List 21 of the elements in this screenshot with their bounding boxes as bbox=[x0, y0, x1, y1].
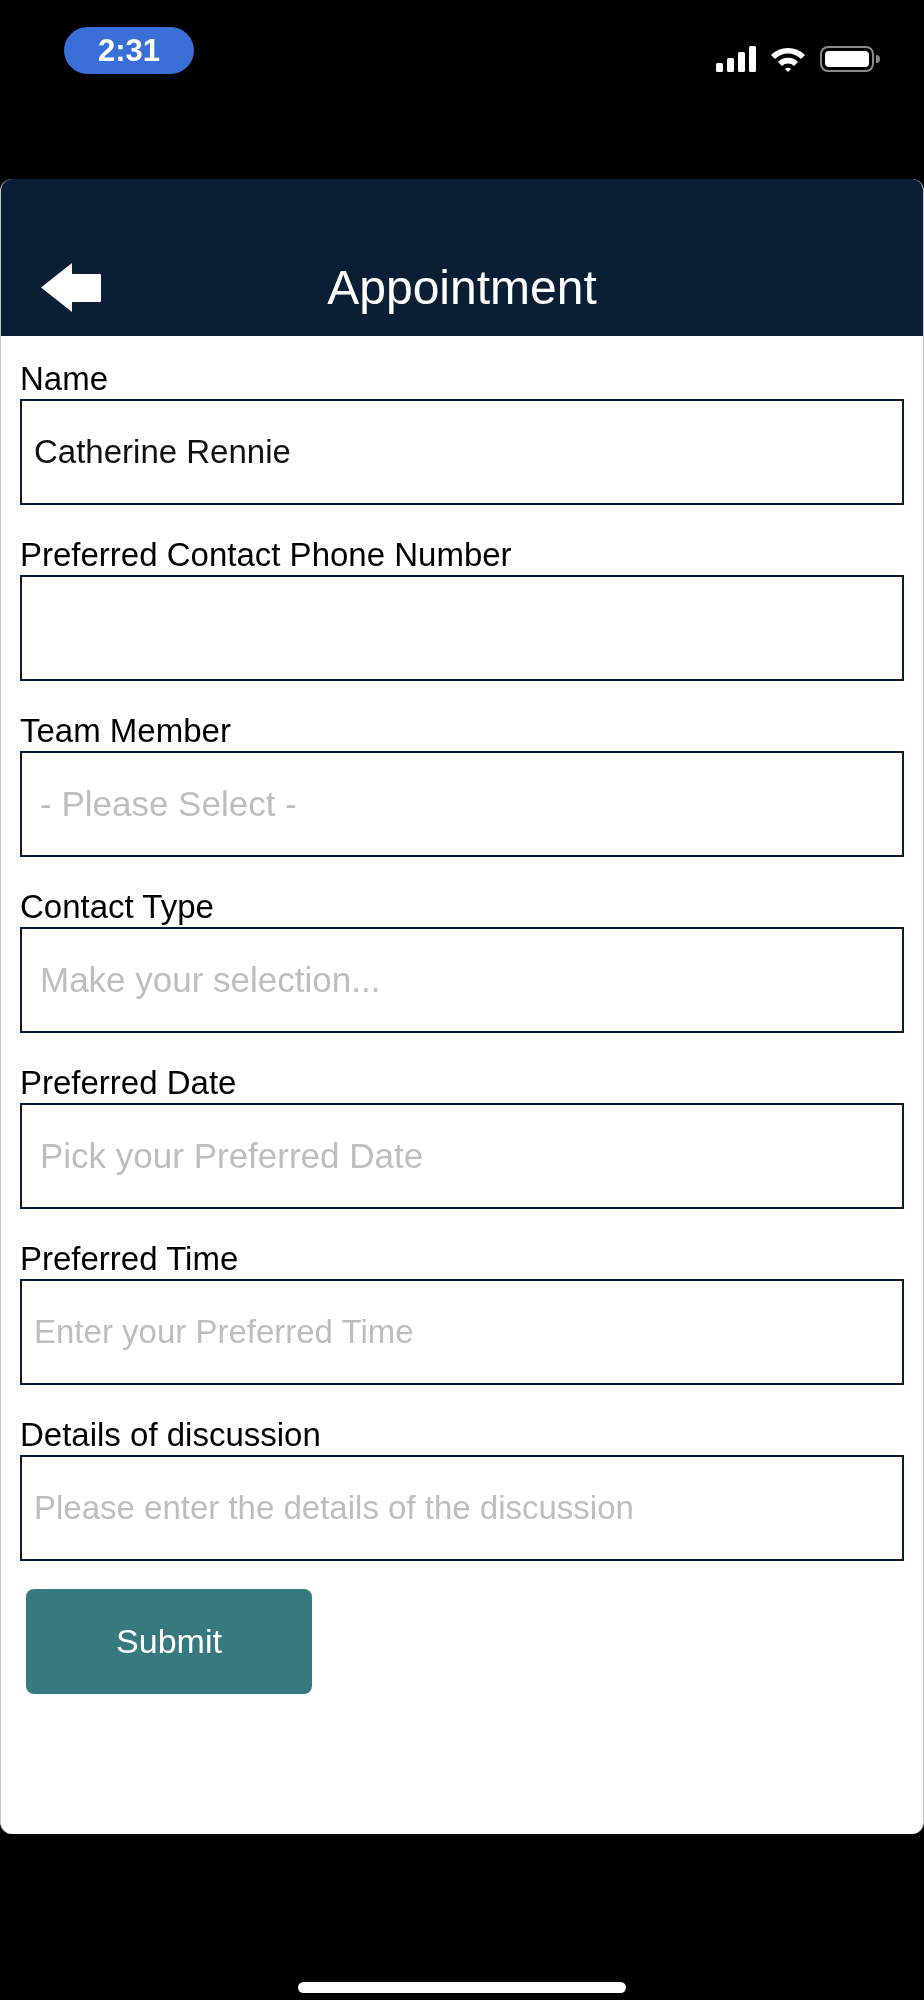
back-arrow-icon[interactable] bbox=[41, 263, 101, 312]
submit-button[interactable]: Submit bbox=[26, 1589, 312, 1694]
picker-field[interactable]: Pick your Preferred Date bbox=[20, 1103, 904, 1209]
field-label: Team Member bbox=[20, 712, 231, 750]
field-label: Contact Type bbox=[20, 888, 214, 926]
wifi-icon bbox=[769, 46, 807, 72]
input-field[interactable]: Please enter the details of the discussion bbox=[20, 1455, 904, 1561]
input-field[interactable]: Enter your Preferred Time bbox=[20, 1279, 904, 1385]
signal-icon bbox=[716, 46, 756, 72]
field-label: Details of discussion bbox=[20, 1416, 321, 1454]
picker-field[interactable]: - Please Select - bbox=[20, 751, 904, 857]
battery-icon bbox=[820, 46, 880, 72]
picker-field[interactable]: Make your selection... bbox=[20, 927, 904, 1033]
input-field[interactable] bbox=[20, 575, 904, 681]
input-field[interactable]: Catherine Rennie bbox=[20, 399, 904, 505]
field-label: Preferred Time bbox=[20, 1240, 239, 1278]
status-time: 2:31 bbox=[64, 27, 194, 74]
field-label: Preferred Contact Phone Number bbox=[20, 536, 512, 574]
page-title: Appointment bbox=[327, 259, 597, 316]
field-label: Preferred Date bbox=[20, 1064, 237, 1102]
field-label: Name bbox=[20, 360, 109, 398]
